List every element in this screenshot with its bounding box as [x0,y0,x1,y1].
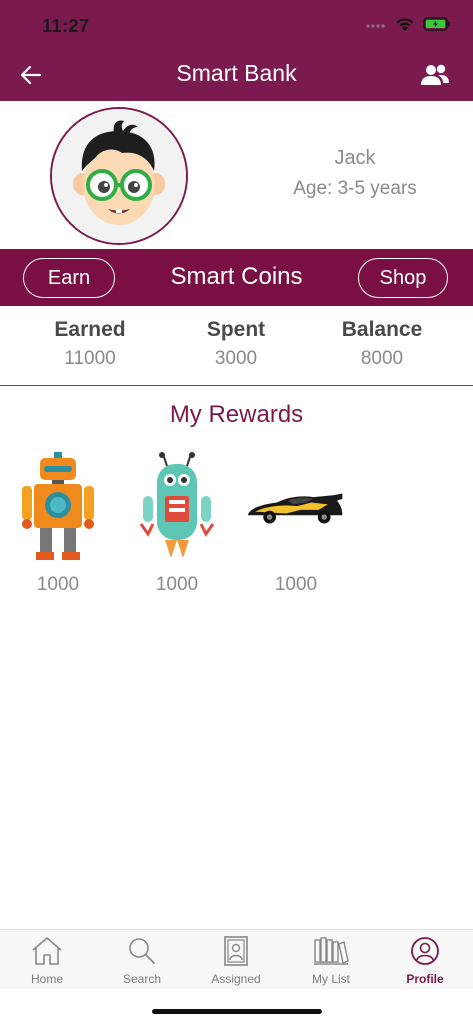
teal-robot-icon [139,452,215,558]
rewards-title: My Rewards [169,401,304,428]
tab-home[interactable]: Home [0,934,94,988]
reward-item[interactable]: 1000 [246,448,346,608]
profile-section: Jack Age: 3-5 years [0,101,473,249]
books-icon [314,937,349,965]
assigned-icon [224,936,248,966]
smart-coins-bar: Earn Smart Coins Shop [0,249,473,306]
reward-item[interactable]: 1000 [127,448,227,608]
child-age: Age: 3-5 years [293,178,417,199]
avatar[interactable] [50,107,188,245]
reward-value: 1000 [155,574,199,595]
child-name: Jack [334,147,376,169]
boy-avatar-icon [52,109,186,243]
reward-value: 1000 [274,574,318,595]
page-title: Smart Bank [176,60,297,86]
bottom-tab-bar: Home Search Assigned My List Profile [0,929,473,989]
stat-value: 11000 [64,348,116,369]
tab-search[interactable]: Search [95,934,189,988]
status-time: 11:27 [42,16,90,36]
tab-label: Assigned [211,972,261,986]
switch-profile-button[interactable] [417,58,453,92]
reward-value: 1000 [36,574,80,595]
reward-item[interactable]: 1000 [8,448,108,608]
tab-label: My List [311,972,350,986]
people-icon [421,64,449,85]
search-icon [129,938,155,964]
tab-label: Home [30,972,63,986]
tab-profile[interactable]: Profile [378,934,472,988]
signal-icon [365,18,387,36]
tab-label: Search [122,972,162,986]
home-indicator [152,1009,322,1014]
profile-info: Jack Age: 3-5 years [260,147,450,200]
tab-label: Profile [406,972,444,986]
race-car-icon [247,493,343,524]
battery-icon [423,17,451,36]
stat-value: 8000 [360,348,404,369]
profile-icon [411,937,439,965]
status-bar: 11:27 [0,0,473,52]
tab-my-list[interactable]: My List [284,934,378,988]
orange-robot-icon [22,452,94,560]
stat-label: Balance [341,318,423,341]
home-icon [32,937,62,965]
stat-balance: Balance 8000 [312,318,452,370]
app-header: 11:27 Smart Bank [0,0,473,101]
stat-earned: Earned 11000 [20,318,160,370]
shop-button[interactable]: Shop [358,258,448,298]
stat-label: Earned [54,318,126,341]
wifi-icon [395,16,415,37]
nav-bar: Smart Bank [0,52,473,101]
status-icons [365,16,451,37]
coin-stats: Earned 11000 Spent 3000 Balance 8000 [0,306,473,386]
stat-value: 3000 [214,348,258,369]
tab-assigned[interactable]: Assigned [189,934,283,988]
stat-spent: Spent 3000 [166,318,306,370]
stat-label: Spent [206,318,266,341]
